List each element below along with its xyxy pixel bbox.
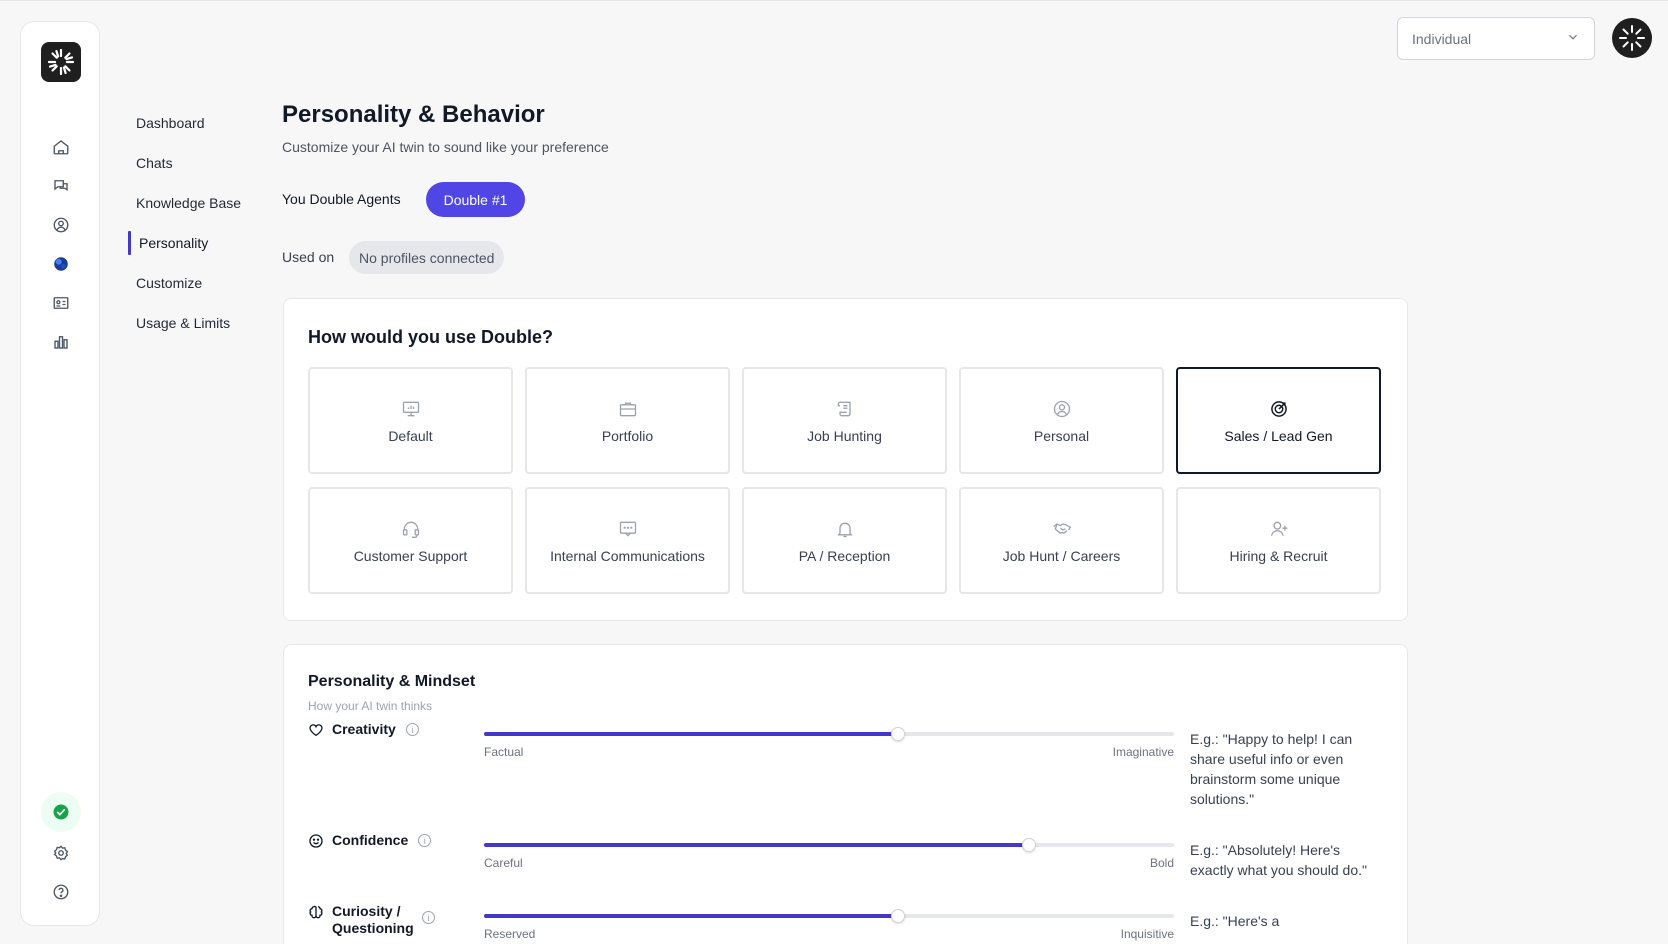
nav-personality[interactable]: Personality bbox=[128, 223, 266, 263]
icon-rail bbox=[20, 21, 100, 926]
user-circle-icon[interactable] bbox=[50, 214, 72, 236]
page-title: Personality & Behavior bbox=[282, 101, 545, 128]
message-icon bbox=[617, 518, 639, 540]
used-on-status-badge: No profiles connected bbox=[349, 241, 505, 274]
settings-icon[interactable] bbox=[50, 842, 72, 864]
bar-chart-icon[interactable] bbox=[50, 331, 72, 353]
trait-name: Creativity bbox=[332, 721, 396, 737]
use-case-job-hunting[interactable]: Job Hunting bbox=[742, 367, 947, 474]
curiosity-slider[interactable] bbox=[484, 909, 1174, 923]
agent-selector-pill[interactable]: Double #1 bbox=[426, 182, 525, 217]
account-type-select[interactable]: Individual bbox=[1397, 17, 1595, 60]
trait-example: E.g.: "Absolutely! Here's exactly what y… bbox=[1190, 842, 1367, 878]
personality-subtitle: How your AI twin thinks bbox=[308, 699, 433, 713]
nav-customize[interactable]: Customize bbox=[128, 263, 266, 303]
home-icon[interactable] bbox=[50, 136, 72, 158]
id-card-icon[interactable] bbox=[50, 292, 72, 314]
nav-knowledge-base[interactable]: Knowledge Base bbox=[128, 183, 266, 223]
use-case-label: Job Hunting bbox=[807, 427, 882, 444]
use-case-label: Job Hunt / Careers bbox=[1002, 547, 1121, 564]
chevron-down-icon bbox=[1566, 30, 1580, 47]
use-case-sales-lead-gen[interactable]: Sales / Lead Gen bbox=[1176, 367, 1381, 474]
personality-mindset-card: Personality & Mindset How your AI twin t… bbox=[283, 644, 1408, 944]
user-plus-icon bbox=[1268, 518, 1290, 540]
use-case-pa-reception[interactable]: PA / Reception bbox=[742, 487, 947, 594]
slider-min-label: Reserved bbox=[484, 927, 536, 941]
trait-name: Curiosity / Questioning bbox=[332, 903, 414, 936]
slider-min-label: Factual bbox=[484, 745, 524, 759]
trait-example: E.g.: "Happy to help! I can share useful… bbox=[1190, 731, 1353, 807]
use-case-job-hunt-careers[interactable]: Job Hunt / Careers bbox=[959, 487, 1164, 594]
confidence-slider[interactable] bbox=[484, 838, 1174, 852]
slider-handle[interactable] bbox=[891, 909, 905, 923]
verified-badge-icon bbox=[41, 792, 81, 832]
help-icon[interactable] bbox=[50, 881, 72, 903]
bell-icon bbox=[834, 518, 856, 540]
app-logo-icon[interactable] bbox=[41, 42, 81, 82]
use-case-portfolio[interactable]: Portfolio bbox=[525, 367, 730, 474]
used-on-label: Used on bbox=[282, 249, 335, 265]
slider-max-label: Imaginative bbox=[1112, 745, 1174, 759]
nav-dashboard[interactable]: Dashboard bbox=[128, 103, 266, 143]
brain-icon bbox=[309, 905, 323, 919]
nav-chats[interactable]: Chats bbox=[128, 143, 266, 183]
use-case-title: How would you use Double? bbox=[308, 327, 553, 347]
handshake-icon bbox=[1051, 518, 1073, 540]
slider-max-label: Bold bbox=[1149, 856, 1174, 870]
slider-handle[interactable] bbox=[891, 727, 905, 741]
use-case-internal-communications[interactable]: Internal Communications bbox=[525, 487, 730, 594]
agents-label: You Double Agents bbox=[282, 191, 401, 207]
briefcase-icon bbox=[617, 398, 639, 420]
headset-icon bbox=[400, 518, 422, 540]
trait-example: E.g.: "Here's a bbox=[1190, 913, 1280, 929]
use-case-label: Hiring & Recruit bbox=[1229, 547, 1328, 564]
use-case-customer-support[interactable]: Customer Support bbox=[308, 487, 513, 594]
trait-label: Creativity i bbox=[308, 721, 419, 738]
slider-handle[interactable] bbox=[1022, 838, 1037, 852]
user-circle-icon bbox=[1051, 398, 1073, 420]
slider-min-label: Careful bbox=[484, 856, 523, 870]
scroll-icon bbox=[834, 398, 856, 420]
heart-icon bbox=[309, 724, 323, 737]
chats-icon[interactable] bbox=[50, 175, 72, 197]
presentation-icon bbox=[400, 398, 422, 420]
use-case-label: Internal Communications bbox=[550, 547, 705, 564]
use-case-default[interactable]: Default bbox=[308, 367, 513, 474]
info-icon[interactable]: i bbox=[418, 834, 432, 847]
creativity-slider[interactable] bbox=[484, 727, 1174, 741]
nav-usage-limits[interactable]: Usage & Limits bbox=[128, 303, 266, 343]
use-case-label: Portfolio bbox=[601, 427, 654, 444]
use-case-label: Sales / Lead Gen bbox=[1224, 427, 1333, 444]
smile-icon bbox=[309, 834, 323, 848]
info-icon[interactable]: i bbox=[405, 723, 419, 736]
personality-globe-icon[interactable] bbox=[50, 253, 72, 275]
use-case-grid: Default Portfolio Job Hunting Personal S… bbox=[308, 367, 1381, 594]
use-case-personal[interactable]: Personal bbox=[959, 367, 1164, 474]
use-case-label: Personal bbox=[1033, 427, 1090, 444]
slider-max-label: Inquisitive bbox=[1120, 927, 1174, 941]
section-nav: Dashboard Chats Knowledge Base Personali… bbox=[128, 103, 266, 343]
use-case-label: PA / Reception bbox=[798, 547, 891, 564]
user-avatar[interactable] bbox=[1612, 18, 1652, 58]
page-subtitle: Customize your AI twin to sound like you… bbox=[282, 139, 609, 155]
target-icon bbox=[1268, 398, 1290, 420]
use-case-label: Default bbox=[388, 427, 433, 444]
use-case-hiring-recruit[interactable]: Hiring & Recruit bbox=[1176, 487, 1381, 594]
trait-label: Confidence i bbox=[308, 832, 432, 849]
trait-label: Curiosity / Questioning i bbox=[308, 903, 435, 937]
slider-fill bbox=[484, 914, 898, 918]
slider-fill bbox=[484, 732, 898, 736]
personality-title: Personality & Mindset bbox=[308, 673, 476, 690]
trait-name: Confidence bbox=[332, 832, 409, 848]
slider-fill bbox=[484, 843, 1030, 847]
info-icon[interactable]: i bbox=[422, 911, 435, 924]
use-case-card: How would you use Double? Default Portfo… bbox=[283, 298, 1408, 621]
account-type-value: Individual bbox=[1412, 30, 1472, 47]
use-case-label: Customer Support bbox=[353, 547, 468, 564]
